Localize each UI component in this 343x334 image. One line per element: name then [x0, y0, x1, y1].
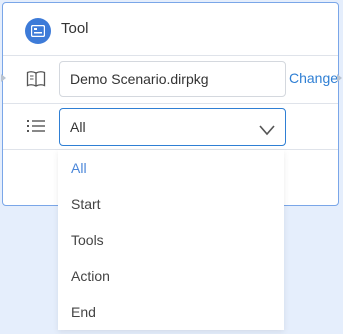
node-header: Tool — [3, 3, 338, 56]
dropdown-option-action[interactable]: Action — [58, 258, 284, 294]
filter-dropdown-list: All Start Tools Action End — [58, 150, 284, 330]
filter-row: All — [3, 103, 338, 150]
chevron-down-icon[interactable] — [257, 117, 277, 137]
node-title: Tool — [61, 20, 89, 37]
filter-select-value: All — [70, 119, 86, 135]
book-icon — [25, 68, 47, 90]
change-link[interactable]: Change — [289, 70, 338, 86]
output-port[interactable] — [337, 74, 342, 82]
input-port[interactable] — [1, 74, 6, 82]
tool-node-icon — [25, 18, 51, 44]
filter-select[interactable]: All — [59, 108, 286, 146]
source-file-field[interactable]: Demo Scenario.dirpkg — [59, 61, 286, 97]
dropdown-option-start[interactable]: Start — [58, 186, 284, 222]
dropdown-option-end[interactable]: End — [58, 294, 284, 330]
dropdown-option-all[interactable]: All — [58, 150, 284, 186]
source-row: Demo Scenario.dirpkg Change — [1, 55, 342, 104]
list-icon — [25, 115, 47, 137]
dropdown-option-tools[interactable]: Tools — [58, 222, 284, 258]
